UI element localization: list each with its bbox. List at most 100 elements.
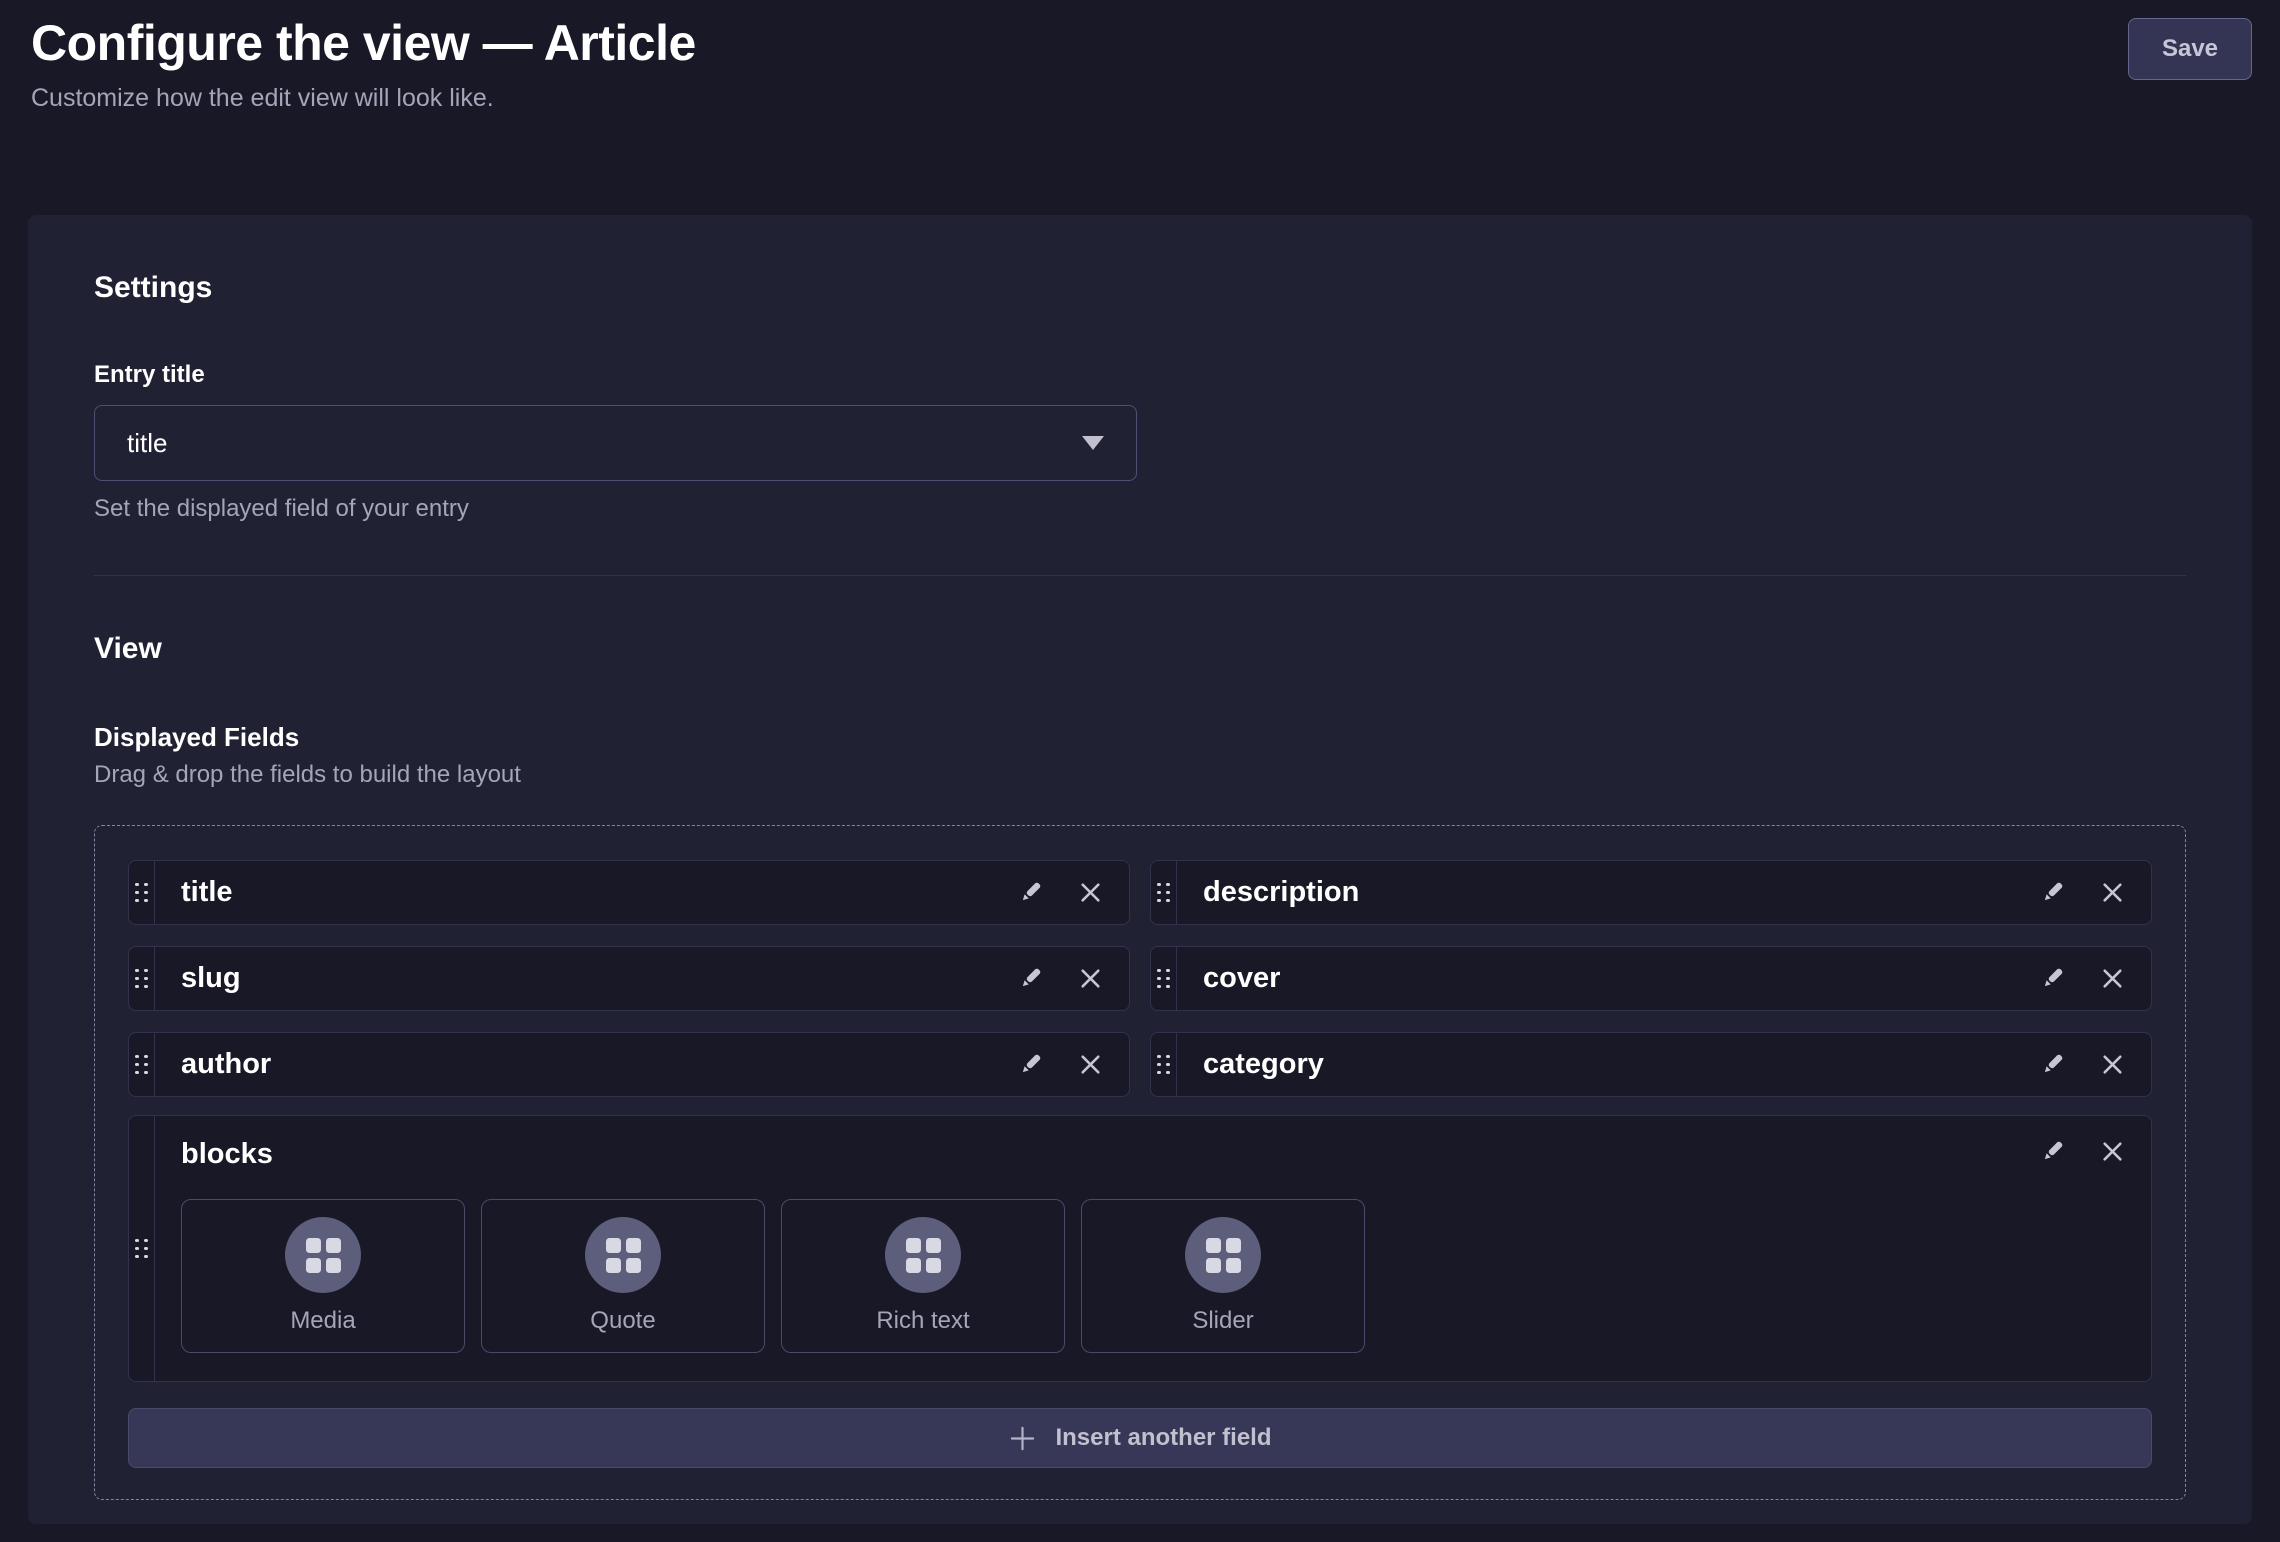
close-icon <box>1078 880 1103 905</box>
component-icon <box>285 1217 361 1293</box>
drag-handle[interactable] <box>129 1033 155 1096</box>
header-titles: Configure the view — Article Customize h… <box>31 14 696 115</box>
drag-handle-icon <box>135 883 148 903</box>
close-icon <box>2100 1052 2125 1077</box>
plus-icon <box>1008 1424 1037 1453</box>
field-row[interactable]: category <box>1150 1032 2152 1097</box>
pencil-icon <box>2039 879 2066 906</box>
component-card-media[interactable]: Media <box>181 1199 465 1353</box>
entry-title-field: Entry title title Set the displayed fiel… <box>94 361 2186 523</box>
remove-field-button[interactable] <box>1078 880 1103 905</box>
row-actions <box>1017 1033 1129 1096</box>
page-title: Configure the view — Article <box>31 14 696 72</box>
row-actions <box>2039 861 2151 924</box>
drag-handle-icon <box>135 1239 148 1259</box>
page-subtitle: Customize how the edit view will look li… <box>31 82 696 115</box>
insert-another-field-button[interactable]: Insert another field <box>128 1408 2152 1468</box>
close-icon <box>1078 966 1103 991</box>
field-name: category <box>1177 1033 2039 1096</box>
edit-field-button[interactable] <box>2039 965 2066 992</box>
configure-view-card: Settings Entry title title Set the displ… <box>28 215 2252 1524</box>
edit-field-button[interactable] <box>2039 879 2066 906</box>
drag-handle-icon <box>135 969 148 989</box>
component-icon <box>1185 1217 1261 1293</box>
edit-field-button[interactable] <box>1017 879 1044 906</box>
close-icon <box>1078 1052 1103 1077</box>
component-cards: Media Quote Rich text Slider <box>181 1199 2125 1353</box>
pencil-icon <box>2039 965 2066 992</box>
fields-dropzone: title description slug <box>94 825 2186 1500</box>
row-actions <box>1017 861 1129 924</box>
drag-handle[interactable] <box>129 947 155 1010</box>
field-name: cover <box>1177 947 2039 1010</box>
field-name: blocks <box>181 1138 2125 1171</box>
drag-handle-icon <box>1157 969 1170 989</box>
grid-2x2-icon <box>606 1238 641 1273</box>
remove-field-button[interactable] <box>1078 1052 1103 1077</box>
pencil-icon <box>1017 1051 1044 1078</box>
drag-handle[interactable] <box>129 861 155 924</box>
remove-field-button[interactable] <box>2100 1052 2125 1077</box>
pencil-icon <box>1017 879 1044 906</box>
remove-field-button[interactable] <box>2100 880 2125 905</box>
field-row[interactable]: cover <box>1150 946 2152 1011</box>
field-name: description <box>1177 861 2039 924</box>
grid-2x2-icon <box>306 1238 341 1273</box>
edit-field-button[interactable] <box>1017 1051 1044 1078</box>
drag-handle[interactable] <box>1151 947 1177 1010</box>
field-row[interactable]: author <box>128 1032 1130 1097</box>
remove-field-button[interactable] <box>2100 1139 2125 1164</box>
field-name: title <box>155 861 1017 924</box>
field-row[interactable]: description <box>1150 860 2152 925</box>
edit-field-button[interactable] <box>1017 965 1044 992</box>
drag-handle[interactable] <box>129 1116 155 1381</box>
drag-handle[interactable] <box>1151 1033 1177 1096</box>
component-card-rich-text[interactable]: Rich text <box>781 1199 1065 1353</box>
grid-2x2-icon <box>1206 1238 1241 1273</box>
close-icon <box>2100 966 2125 991</box>
field-row-blocks[interactable]: blocks Media Quote <box>128 1115 2152 1382</box>
component-label: Rich text <box>876 1307 969 1335</box>
drag-handle[interactable] <box>1151 861 1177 924</box>
component-card-quote[interactable]: Quote <box>481 1199 765 1353</box>
row-actions <box>2039 1033 2151 1096</box>
pencil-icon <box>2039 1138 2066 1165</box>
field-name: author <box>155 1033 1017 1096</box>
entry-title-select[interactable]: title <box>94 405 1137 481</box>
save-button[interactable]: Save <box>2128 18 2252 80</box>
entry-title-hint: Set the displayed field of your entry <box>94 495 2186 523</box>
displayed-fields-hint: Drag & drop the fields to build the layo… <box>94 761 2186 789</box>
chevron-down-icon <box>1082 436 1104 450</box>
grid-2x2-icon <box>906 1238 941 1273</box>
field-row[interactable]: title <box>128 860 1130 925</box>
entry-title-label: Entry title <box>94 361 2186 389</box>
settings-heading: Settings <box>94 271 2186 305</box>
component-card-slider[interactable]: Slider <box>1081 1199 1365 1353</box>
pencil-icon <box>1017 965 1044 992</box>
blocks-content: blocks Media Quote <box>155 1116 2151 1381</box>
fields-grid: title description slug <box>128 860 2152 1097</box>
component-label: Media <box>290 1307 355 1335</box>
remove-field-button[interactable] <box>1078 966 1103 991</box>
header: Configure the view — Article Customize h… <box>0 0 2280 115</box>
pencil-icon <box>2039 1051 2066 1078</box>
component-label: Slider <box>1192 1307 1253 1335</box>
insert-another-field-label: Insert another field <box>1055 1424 1271 1452</box>
edit-field-button[interactable] <box>2039 1051 2066 1078</box>
displayed-fields-header: Displayed Fields Drag & drop the fields … <box>94 722 2186 789</box>
drag-handle-icon <box>1157 1055 1170 1075</box>
component-icon <box>885 1217 961 1293</box>
row-actions <box>2039 1138 2125 1165</box>
section-divider <box>94 575 2186 576</box>
close-icon <box>2100 880 2125 905</box>
displayed-fields-heading: Displayed Fields <box>94 722 2186 753</box>
drag-handle-icon <box>1157 883 1170 903</box>
close-icon <box>2100 1139 2125 1164</box>
component-icon <box>585 1217 661 1293</box>
drag-handle-icon <box>135 1055 148 1075</box>
edit-field-button[interactable] <box>2039 1138 2066 1165</box>
row-actions <box>2039 947 2151 1010</box>
remove-field-button[interactable] <box>2100 966 2125 991</box>
field-name: slug <box>155 947 1017 1010</box>
field-row[interactable]: slug <box>128 946 1130 1011</box>
